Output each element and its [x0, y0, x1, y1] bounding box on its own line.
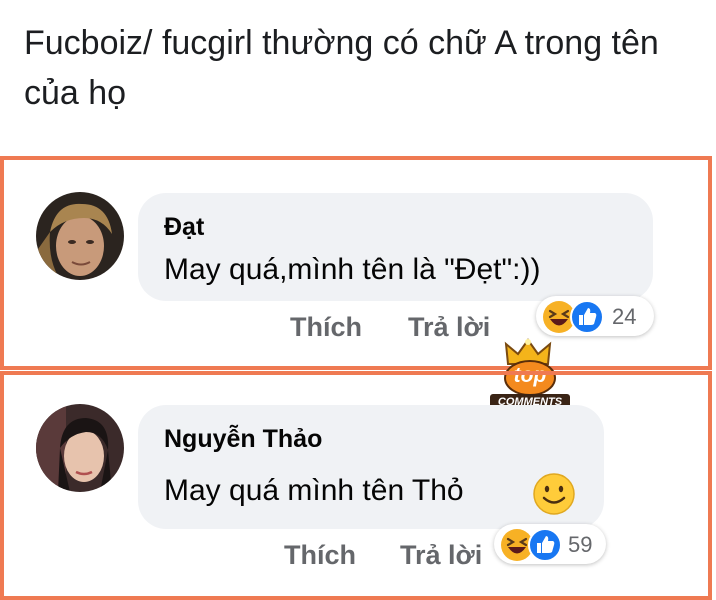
reply-action[interactable]: Trả lời [400, 540, 482, 571]
avatar[interactable] [36, 192, 124, 280]
avatar[interactable] [36, 404, 124, 492]
reaction-count: 59 [568, 532, 593, 557]
like-action[interactable]: Thích [290, 312, 362, 343]
like-icon [570, 300, 604, 339]
post-title: Fucboiz/ fucgirl thường có chữ A trong t… [24, 24, 659, 112]
reply-action[interactable]: Trả lời [408, 312, 490, 343]
like-icon [528, 528, 562, 567]
comment-author[interactable]: Nguyễn Thảo [164, 425, 322, 454]
reactions-summary[interactable]: 59 [494, 524, 606, 564]
comment-text: May quá mình tên Thỏ [164, 474, 464, 507]
reaction-count: 24 [612, 304, 637, 329]
comment-text: May quá,mình tên là "Đẹt":)) [164, 253, 541, 286]
smile-emoji-icon [532, 472, 576, 521]
like-action[interactable]: Thích [284, 540, 356, 571]
reactions-summary[interactable]: 24 [536, 296, 654, 336]
comment-author[interactable]: Đạt [164, 213, 204, 242]
